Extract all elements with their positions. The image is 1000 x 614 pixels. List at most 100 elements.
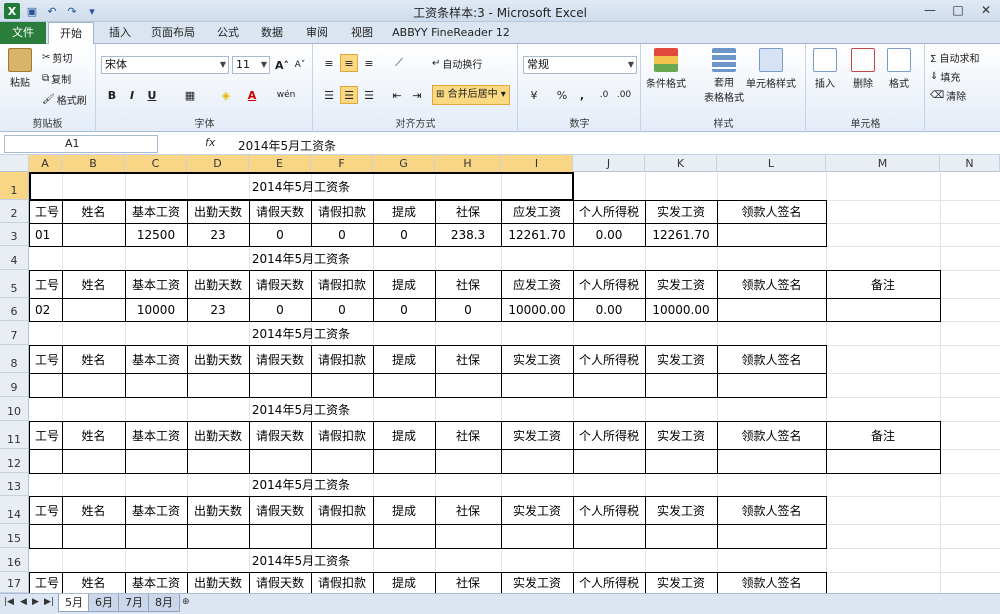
align-top-icon[interactable]: ≡ [320, 54, 338, 72]
header-cell[interactable]: 基本工资 [125, 200, 187, 223]
header-cell[interactable]: 社保 [435, 270, 501, 298]
align-left-icon[interactable]: ☰ [320, 86, 338, 104]
header-cell[interactable]: 姓名 [62, 421, 125, 449]
header-cell[interactable]: 工号 [29, 270, 62, 298]
percent-button[interactable]: % [553, 86, 571, 104]
header-cell[interactable]: 社保 [435, 200, 501, 223]
row-header-13[interactable]: 13 [0, 473, 29, 496]
row-header-10[interactable]: 10 [0, 397, 29, 421]
header-cell[interactable]: 姓名 [62, 200, 125, 223]
header-cell[interactable]: 基本工资 [125, 572, 187, 593]
comma-button[interactable]: , [573, 86, 591, 104]
column-header-n[interactable]: N [940, 155, 1000, 172]
header-cell[interactable]: 请假天数 [249, 421, 311, 449]
row-header-7[interactable]: 7 [0, 321, 29, 345]
header-cell[interactable]: 请假天数 [249, 345, 311, 373]
header-cell[interactable]: 出勤天数 [187, 200, 249, 223]
data-cell[interactable]: 10000.00 [501, 298, 573, 321]
header-cell[interactable]: 实发工资 [501, 572, 573, 593]
column-header-h[interactable]: H [435, 155, 501, 172]
header-cell[interactable]: 请假扣款 [311, 200, 373, 223]
header-cell[interactable]: 领款人签名 [717, 200, 826, 223]
data-cell[interactable]: 10000 [125, 298, 187, 321]
tab-abbyy[interactable]: ABBYY FineReader 12 [390, 22, 512, 44]
orientation-icon[interactable]: ⟋ [390, 54, 408, 72]
data-cell[interactable]: 12261.70 [501, 223, 573, 246]
cut-button[interactable]: ✂ 剪切 [42, 50, 72, 65]
data-cell[interactable]: 0 [373, 223, 435, 246]
data-cell[interactable]: 238.3 [435, 223, 501, 246]
align-middle-icon[interactable]: ≡ [340, 54, 358, 72]
column-header-c[interactable]: C [125, 155, 187, 172]
data-cell[interactable]: 0 [373, 298, 435, 321]
column-header-i[interactable]: I [501, 155, 573, 172]
row-header-14[interactable]: 14 [0, 496, 29, 524]
row-header-16[interactable]: 16 [0, 548, 29, 572]
borders-icon[interactable]: ▦ [181, 86, 199, 104]
column-header-a[interactable]: A [29, 155, 62, 172]
header-cell[interactable]: 请假扣款 [311, 421, 373, 449]
fill-button[interactable]: ⇓ 填充 [930, 69, 960, 84]
header-cell[interactable]: 工号 [29, 421, 62, 449]
grow-font-button[interactable]: A ˄ [273, 56, 291, 74]
tab-file[interactable]: 文件 [0, 22, 46, 44]
header-cell[interactable]: 个人所得税 [573, 270, 645, 298]
phonetic-icon[interactable]: wén [277, 86, 296, 104]
header-cell[interactable]: 实发工资 [645, 496, 717, 524]
header-cell[interactable]: 个人所得税 [573, 572, 645, 593]
data-cell[interactable]: 01 [29, 223, 62, 246]
insert-function-icon[interactable]: fx [205, 136, 215, 149]
maximize-button[interactable]: □ [944, 0, 972, 20]
row-header-3[interactable]: 3 [0, 223, 29, 246]
underline-button[interactable]: U [143, 86, 161, 104]
column-header-b[interactable]: B [62, 155, 125, 172]
header-cell[interactable]: 请假扣款 [311, 572, 373, 593]
header-cell[interactable]: 社保 [435, 572, 501, 593]
header-cell[interactable]: 姓名 [62, 345, 125, 373]
header-cell[interactable]: 领款人签名 [717, 345, 826, 373]
row-header-15[interactable]: 15 [0, 524, 29, 548]
row-header-5[interactable]: 5 [0, 270, 29, 298]
shrink-font-button[interactable]: A ˅ [291, 56, 309, 74]
merge-center-button[interactable]: ⊞ 合并后居中 ▾ [432, 85, 510, 105]
sheet-tab-august[interactable]: 8月 [148, 594, 180, 612]
data-cell[interactable]: 02 [29, 298, 62, 321]
header-cell[interactable]: 请假扣款 [311, 345, 373, 373]
decrease-decimal-icon[interactable]: .00 [615, 86, 633, 104]
first-sheet-icon[interactable]: |◀ [4, 597, 14, 607]
increase-decimal-icon[interactable]: .0 [595, 86, 613, 104]
header-cell[interactable]: 社保 [435, 496, 501, 524]
tab-page-layout[interactable]: 页面布局 [145, 22, 201, 44]
header-cell[interactable]: 基本工资 [125, 496, 187, 524]
data-cell[interactable]: 0 [249, 298, 311, 321]
header-cell[interactable]: 姓名 [62, 572, 125, 593]
fill-color-icon[interactable]: ◈ [217, 86, 235, 104]
font-color-icon[interactable]: A [243, 86, 261, 104]
header-cell[interactable]: 请假扣款 [311, 270, 373, 298]
data-cell[interactable]: 0.00 [573, 298, 645, 321]
header-cell[interactable]: 请假扣款 [311, 496, 373, 524]
autosum-button[interactable]: Σ 自动求和 [930, 50, 980, 65]
data-cell[interactable]: 0 [435, 298, 501, 321]
sheet-title-cell[interactable]: 2014年5月工资条 [29, 397, 573, 421]
select-all-corner[interactable] [0, 155, 29, 172]
header-cell[interactable]: 出勤天数 [187, 270, 249, 298]
formula-input[interactable]: 2014年5月工资条 [238, 137, 336, 154]
header-cell[interactable]: 请假天数 [249, 270, 311, 298]
data-cell[interactable] [62, 223, 125, 246]
sheet-title-cell[interactable]: 2014年5月工资条 [29, 321, 573, 345]
header-cell[interactable]: 领款人签名 [717, 572, 826, 593]
wrap-text-button[interactable]: ↵ 自动换行 [432, 56, 482, 71]
header-cell[interactable]: 应发工资 [501, 270, 573, 298]
header-cell[interactable]: 实发工资 [645, 572, 717, 593]
data-cell[interactable]: 0 [311, 223, 373, 246]
header-cell[interactable]: 实发工资 [501, 345, 573, 373]
header-cell[interactable]: 请假天数 [249, 200, 311, 223]
insert-cells-button[interactable]: 插入 [813, 48, 837, 90]
header-cell[interactable]: 出勤天数 [187, 496, 249, 524]
header-cell[interactable]: 基本工资 [125, 345, 187, 373]
header-cell[interactable]: 领款人签名 [717, 421, 826, 449]
row-header-4[interactable]: 4 [0, 246, 29, 270]
currency-icon[interactable]: ¥ [525, 86, 543, 104]
data-cell[interactable]: 10000.00 [645, 298, 717, 321]
